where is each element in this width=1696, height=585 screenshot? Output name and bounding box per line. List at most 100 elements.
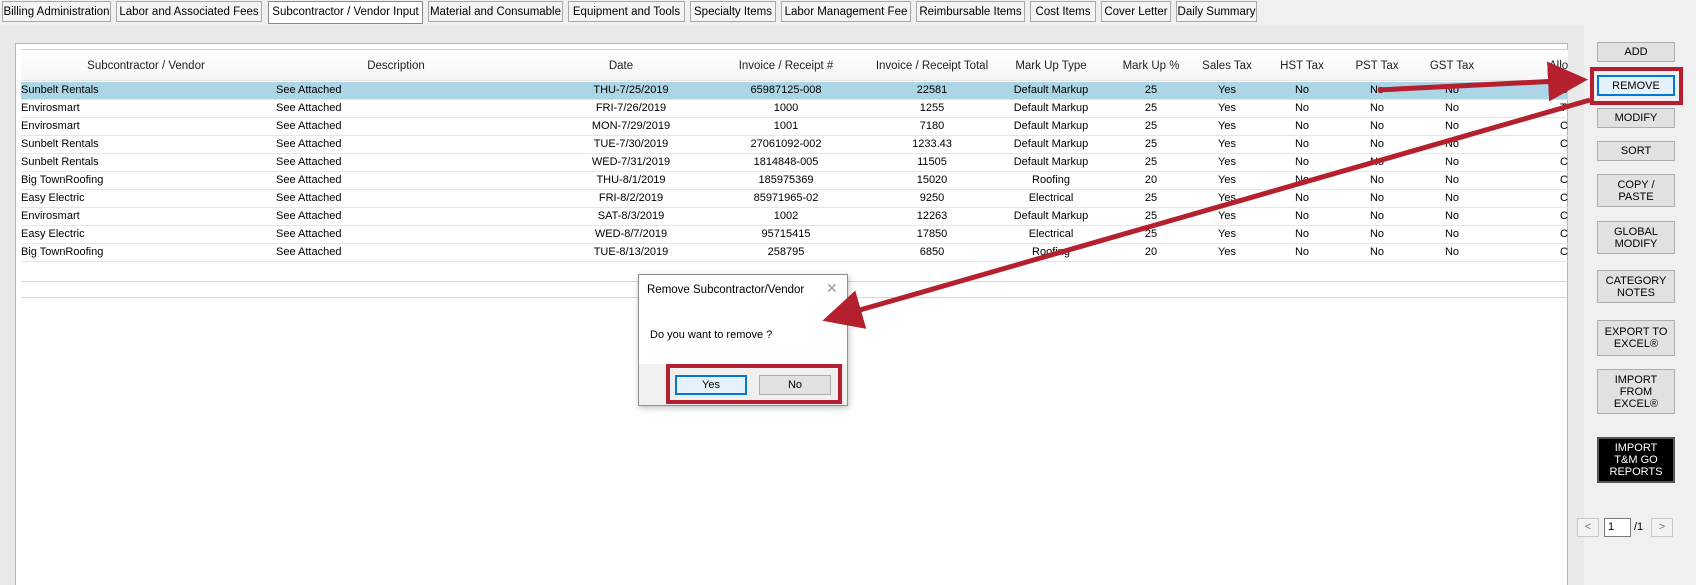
cell-hst-tax: No	[1294, 174, 1310, 186]
cell-vendor: Sunbelt Rentals	[21, 84, 99, 96]
cell-date: WED-7/31/2019	[591, 156, 671, 168]
cell-description: See Attached	[276, 84, 342, 96]
cell-markup-type: Default Markup	[1013, 102, 1089, 114]
cell-pst-tax: No	[1369, 102, 1385, 114]
col-header-sales-tax[interactable]: Sales Tax	[1192, 60, 1262, 72]
cell-vendor: Sunbelt Rentals	[21, 156, 99, 168]
close-icon[interactable]: ✕	[826, 280, 838, 297]
tab-daily-summary[interactable]: Daily Summary	[1176, 1, 1257, 22]
cell-sales-tax: Yes	[1218, 210, 1236, 222]
cell-markup-percent: 25	[1144, 138, 1158, 150]
col-header-hst-tax[interactable]: HST Tax	[1267, 60, 1337, 72]
yes-button[interactable]: Yes	[675, 375, 747, 395]
col-header-markup-percent[interactable]: Mark Up %	[1111, 60, 1191, 72]
cell-invoice-total: 11505	[917, 156, 947, 168]
table-row[interactable]: Easy Electric See Attached FRI-8/2/2019 …	[21, 190, 1568, 208]
cell-pst-tax: No	[1369, 228, 1385, 240]
no-button[interactable]: No	[759, 375, 831, 395]
cell-allocation: C	[1560, 138, 1568, 150]
cell-pst-tax: No	[1369, 192, 1385, 204]
cell-description: See Attached	[276, 246, 342, 258]
col-header-gst-tax[interactable]: GST Tax	[1417, 60, 1487, 72]
table-row[interactable]: Sunbelt Rentals See Attached WED-7/31/20…	[21, 154, 1568, 172]
cell-allocation: C	[1560, 192, 1568, 204]
cell-sales-tax: Yes	[1218, 246, 1236, 258]
cell-hst-tax: No	[1294, 210, 1310, 222]
cell-invoice-number: 185975369	[758, 174, 814, 186]
col-header-vendor[interactable]: Subcontractor / Vendor	[76, 60, 216, 72]
table-row[interactable]: Envirosmart See Attached FRI-7/26/2019 1…	[21, 100, 1568, 118]
cell-invoice-total: 7180	[919, 120, 945, 132]
tab-subcontractor-vendor-input[interactable]: Subcontractor / Vendor Input	[268, 1, 423, 24]
remove-button[interactable]: REMOVE	[1597, 75, 1675, 96]
cell-vendor: Sunbelt Rentals	[21, 138, 99, 150]
cell-markup-type: Default Markup	[1013, 210, 1089, 222]
cell-gst-tax: No	[1444, 192, 1460, 204]
next-page-button[interactable]: >	[1651, 518, 1673, 537]
col-header-pst-tax[interactable]: PST Tax	[1342, 60, 1412, 72]
table-row[interactable]: Easy Electric See Attached WED-8/7/2019 …	[21, 226, 1568, 244]
cell-invoice-total: 12263	[916, 210, 948, 222]
category-notes-button[interactable]: CATEGORY NOTES	[1597, 270, 1675, 303]
col-header-description[interactable]: Description	[351, 60, 441, 72]
modify-button[interactable]: MODIFY	[1597, 108, 1675, 128]
import-from-excel-button[interactable]: IMPORT FROM EXCEL®	[1597, 369, 1675, 414]
import-tm-go-reports-button[interactable]: IMPORT T&M GO REPORTS	[1597, 437, 1675, 483]
cell-sales-tax: Yes	[1218, 174, 1236, 186]
tab-cover-letter[interactable]: Cover Letter	[1101, 1, 1171, 22]
cell-invoice-total: 1255	[919, 102, 945, 114]
tab-reimbursable-items[interactable]: Reimbursable Items	[916, 1, 1025, 22]
cell-hst-tax: No	[1294, 228, 1310, 240]
cell-gst-tax: No	[1444, 156, 1460, 168]
col-header-markup-type[interactable]: Mark Up Type	[1001, 60, 1101, 72]
page-total: /1	[1634, 521, 1644, 533]
cell-date: THU-8/1/2019	[596, 174, 666, 186]
tab-specialty-items[interactable]: Specialty Items	[690, 1, 776, 22]
cell-markup-percent: 20	[1144, 174, 1158, 186]
table-row[interactable]: Envirosmart See Attached MON-7/29/2019 1…	[21, 118, 1568, 136]
cell-markup-type: Default Markup	[1013, 84, 1089, 96]
cell-sales-tax: Yes	[1218, 84, 1236, 96]
cell-allocation: C	[1560, 156, 1568, 168]
cell-description: See Attached	[276, 120, 342, 132]
tab-labor-management-fee[interactable]: Labor Management Fee	[781, 1, 911, 22]
cell-pst-tax: No	[1369, 120, 1385, 132]
table-row[interactable]: Sunbelt Rentals See Attached THU-7/25/20…	[21, 82, 1568, 100]
cell-date: FRI-8/2/2019	[598, 192, 664, 204]
col-header-date[interactable]: Date	[591, 60, 651, 72]
cell-markup-percent: 25	[1144, 120, 1158, 132]
col-header-invoice-total[interactable]: Invoice / Receipt Total	[857, 60, 1007, 72]
tab-equipment-tools[interactable]: Equipment and Tools	[568, 1, 685, 22]
cell-pst-tax: No	[1369, 156, 1385, 168]
col-header-invoice-number[interactable]: Invoice / Receipt #	[721, 60, 851, 72]
cell-date: THU-7/25/2019	[593, 84, 669, 96]
add-button[interactable]: ADD	[1597, 42, 1675, 62]
tab-bar: Billing Administration Labor and Associa…	[0, 0, 1696, 26]
page-number-input[interactable]: 1	[1604, 518, 1631, 537]
tab-labor-associated-fees[interactable]: Labor and Associated Fees	[116, 1, 262, 22]
global-modify-button[interactable]: GLOBAL MODIFY	[1597, 221, 1675, 254]
copy-paste-button[interactable]: COPY / PASTE	[1597, 174, 1675, 207]
cell-markup-percent: 25	[1144, 84, 1158, 96]
cell-vendor: Easy Electric	[21, 228, 85, 240]
cell-invoice-total: 15020	[916, 174, 948, 186]
tab-cost-items[interactable]: Cost Items	[1030, 1, 1096, 22]
cell-date: TUE-8/13/2019	[593, 246, 669, 258]
cell-allocation: C	[1560, 246, 1568, 258]
cell-hst-tax: No	[1294, 120, 1310, 132]
export-to-excel-button[interactable]: EXPORT TO EXCEL®	[1597, 320, 1675, 356]
tab-material-consumable[interactable]: Material and Consumable	[428, 1, 563, 22]
table-row[interactable]: Envirosmart See Attached SAT-8/3/2019 10…	[21, 208, 1568, 226]
table-row[interactable]: Big TownRoofing See Attached THU-8/1/201…	[21, 172, 1568, 190]
cell-invoice-total: 22581	[916, 84, 948, 96]
cell-description: See Attached	[276, 156, 342, 168]
cell-sales-tax: Yes	[1218, 192, 1236, 204]
sort-button[interactable]: SORT	[1597, 141, 1675, 161]
prev-page-button[interactable]: <	[1577, 518, 1599, 537]
tab-billing-administration[interactable]: Billing Administration	[2, 1, 111, 22]
table-row[interactable]: Big TownRoofing See Attached TUE-8/13/20…	[21, 244, 1568, 262]
cell-description: See Attached	[276, 210, 342, 222]
cell-invoice-total: 17850	[916, 228, 948, 240]
table-row[interactable]: Sunbelt Rentals See Attached TUE-7/30/20…	[21, 136, 1568, 154]
col-header-allocation[interactable]: Allo	[1549, 60, 1589, 72]
